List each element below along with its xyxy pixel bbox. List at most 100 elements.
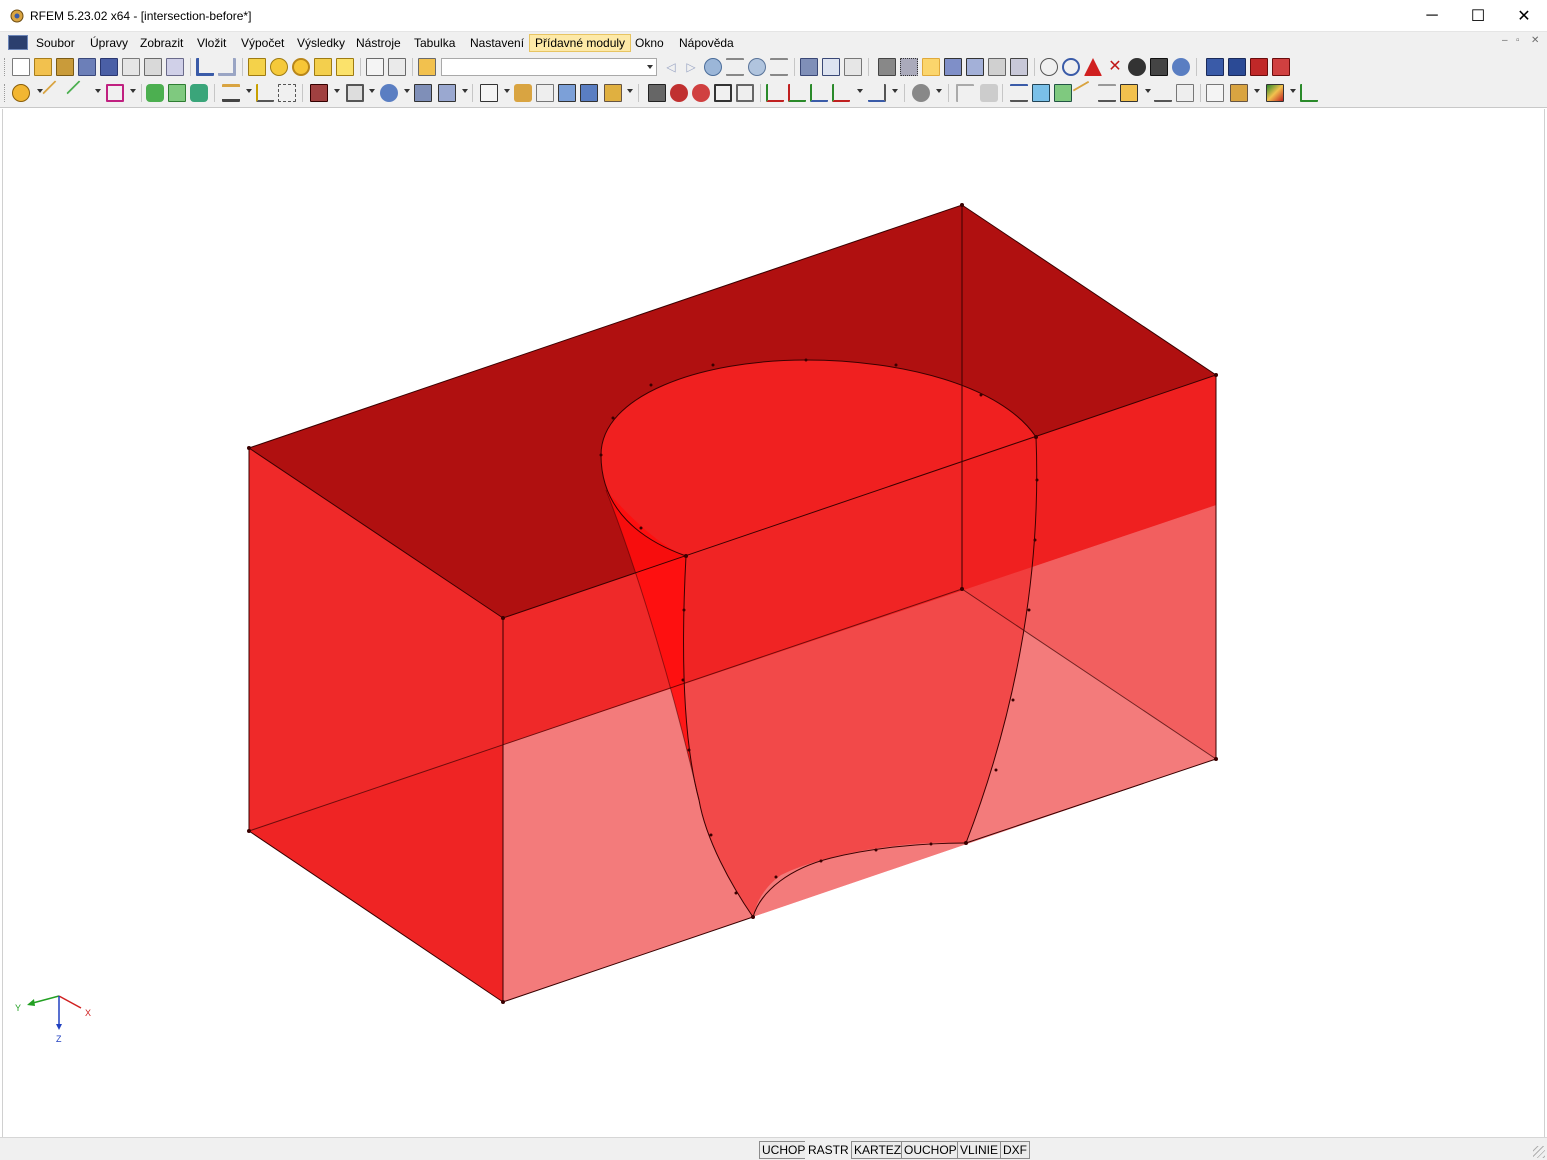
model-canvas[interactable]: Y X Z xyxy=(3,109,1546,1137)
previous-icon[interactable]: ◁ xyxy=(662,58,680,76)
import-icon[interactable] xyxy=(1228,58,1246,76)
mdi-restore-button[interactable]: ▫ xyxy=(1516,35,1520,46)
edit-icon[interactable] xyxy=(248,58,266,76)
target-icon[interactable] xyxy=(292,58,310,76)
chevron-down-icon[interactable] xyxy=(334,89,340,93)
chevron-down-icon[interactable] xyxy=(936,89,942,93)
toolbar-grip[interactable] xyxy=(4,58,8,76)
block-icon[interactable] xyxy=(78,58,96,76)
triangle-icon[interactable] xyxy=(1084,58,1102,76)
status-uchop[interactable]: UCHOP xyxy=(759,1141,809,1159)
status-vlinie[interactable]: VLINIE xyxy=(957,1141,1002,1159)
print-graphic-icon[interactable] xyxy=(166,58,184,76)
menu-nastaveni[interactable]: Nastavení xyxy=(465,34,529,52)
menu-soubor[interactable]: Soubor xyxy=(31,34,80,52)
line-type-icon[interactable] xyxy=(956,84,974,102)
merge-icon[interactable] xyxy=(558,84,576,102)
surface-view-icon[interactable] xyxy=(1032,84,1050,102)
menu-okno[interactable]: Okno xyxy=(630,34,669,52)
guide-icon[interactable] xyxy=(278,84,296,102)
split-icon[interactable] xyxy=(580,84,598,102)
delete-icon[interactable]: ✕ xyxy=(1106,58,1124,76)
layers-icon[interactable] xyxy=(1176,84,1194,102)
chevron-down-icon[interactable] xyxy=(462,89,468,93)
menu-vlozit[interactable]: Vložit xyxy=(192,34,231,52)
eraser-icon[interactable] xyxy=(980,84,998,102)
status-dxf[interactable]: DXF xyxy=(1000,1141,1030,1159)
status-kartez[interactable]: KARTEZ xyxy=(851,1141,905,1159)
status-ouchop[interactable]: OUCHOP xyxy=(901,1141,960,1159)
table-icon[interactable] xyxy=(366,58,384,76)
perspective-icon[interactable] xyxy=(988,58,1006,76)
menu-vypocet[interactable]: Výpočet xyxy=(236,34,289,52)
copy-icon[interactable] xyxy=(336,58,354,76)
zoom-icon[interactable] xyxy=(1010,58,1028,76)
line-view-icon[interactable] xyxy=(1098,84,1116,102)
chevron-down-icon[interactable] xyxy=(1145,89,1151,93)
move-copy-icon[interactable] xyxy=(604,84,622,102)
menu-napoveda[interactable]: Nápověda xyxy=(674,34,739,52)
chevron-down-icon[interactable] xyxy=(369,89,375,93)
move-view-icon[interactable] xyxy=(922,58,940,76)
axis-z-icon[interactable] xyxy=(810,84,828,102)
orbit-icon[interactable] xyxy=(1062,58,1080,76)
axis-x-icon[interactable] xyxy=(766,84,784,102)
search-icon[interactable] xyxy=(270,58,288,76)
redo-icon[interactable] xyxy=(218,58,236,76)
find-errors-icon[interactable] xyxy=(670,84,688,102)
surface-tool-icon[interactable] xyxy=(106,84,124,102)
camera-icon[interactable] xyxy=(1128,58,1146,76)
node-tool-icon[interactable] xyxy=(12,84,30,102)
render-icon[interactable] xyxy=(1150,58,1168,76)
view-results-icon[interactable] xyxy=(748,58,766,76)
mdi-close-button[interactable]: ✕ xyxy=(1531,35,1539,46)
view-direction-icon[interactable] xyxy=(868,84,886,102)
chevron-down-icon[interactable] xyxy=(1290,89,1296,93)
grid-icon[interactable] xyxy=(878,58,896,76)
load-icon[interactable] xyxy=(222,84,240,102)
open-archive-icon[interactable] xyxy=(56,58,74,76)
rotate-view-icon[interactable] xyxy=(944,58,962,76)
chevron-down-icon[interactable] xyxy=(1254,89,1260,93)
rfem-app-icon[interactable] xyxy=(9,8,25,24)
acrobat-icon[interactable] xyxy=(1272,58,1290,76)
view-iso-icon[interactable] xyxy=(832,84,850,102)
menu-tabulka[interactable]: Tabulka xyxy=(409,34,460,52)
select-icon[interactable] xyxy=(314,58,332,76)
load-case-icon[interactable] xyxy=(418,58,436,76)
chevron-down-icon[interactable] xyxy=(95,89,101,93)
model-viewport[interactable]: Y X Z xyxy=(2,109,1545,1137)
menu-pridavne-moduly[interactable]: Přídavné moduly xyxy=(529,34,632,52)
paint-icon[interactable] xyxy=(1230,84,1248,102)
next-icon[interactable]: ▷ xyxy=(682,58,700,76)
solid-view-icon[interactable] xyxy=(1054,84,1072,102)
chevron-down-icon[interactable] xyxy=(246,89,252,93)
chevron-down-icon[interactable] xyxy=(627,89,633,93)
snap-grid-icon[interactable] xyxy=(900,58,918,76)
print-icon[interactable] xyxy=(144,58,162,76)
results-icon[interactable] xyxy=(704,58,722,76)
chevron-down-icon[interactable] xyxy=(130,89,136,93)
member-view-icon[interactable] xyxy=(1072,80,1098,106)
new-file-icon[interactable] xyxy=(12,58,30,76)
solid-set-icon[interactable] xyxy=(438,84,456,102)
maximize-button[interactable]: ☐ xyxy=(1455,0,1501,31)
show-values-icon[interactable] xyxy=(726,58,744,76)
settings-icon[interactable] xyxy=(1172,58,1190,76)
spreadsheet-icon[interactable] xyxy=(388,58,406,76)
color-scale-icon[interactable] xyxy=(1266,84,1284,102)
hinge-icon[interactable] xyxy=(168,84,186,102)
divide-icon[interactable] xyxy=(514,84,532,102)
diagram-icon[interactable] xyxy=(822,58,840,76)
zoom-window-icon[interactable] xyxy=(966,58,984,76)
wireframe-icon[interactable] xyxy=(714,84,732,102)
report-icon[interactable] xyxy=(122,58,140,76)
chevron-down-icon[interactable] xyxy=(647,65,653,69)
release-icon[interactable] xyxy=(190,84,208,102)
meshing-icon[interactable] xyxy=(310,84,328,102)
intersect-icon[interactable] xyxy=(536,84,554,102)
line-tool-icon[interactable] xyxy=(42,80,68,106)
grid-view-icon[interactable] xyxy=(1120,84,1138,102)
rotate-icon[interactable] xyxy=(380,84,398,102)
dimension-icon[interactable] xyxy=(256,84,274,102)
